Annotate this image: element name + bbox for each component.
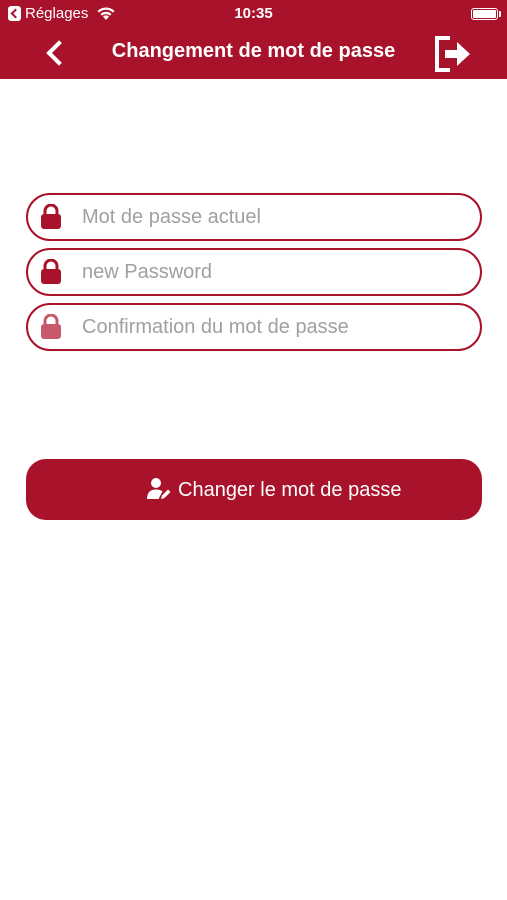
logout-icon[interactable] [433, 35, 473, 73]
status-time: 10:35 [234, 5, 273, 22]
current-password-field[interactable] [26, 193, 482, 241]
page-title: Changement de mot de passe [111, 40, 396, 62]
lock-icon [41, 259, 61, 284]
current-password-input[interactable] [82, 203, 472, 231]
new-password-field[interactable] [26, 248, 482, 296]
lock-icon [41, 204, 61, 229]
lock-icon [41, 314, 61, 339]
status-bar: Réglages 10:35 [0, 0, 507, 28]
app-header: Réglages 10:35 Changement de mot de pass… [0, 0, 507, 79]
user-edit-icon [147, 478, 171, 499]
change-password-label: Changer le mot de passe [178, 479, 402, 501]
confirm-password-field[interactable] [26, 303, 482, 351]
confirm-password-input[interactable] [82, 313, 472, 341]
change-password-button[interactable]: Changer le mot de passe [26, 459, 482, 520]
new-password-input[interactable] [82, 258, 472, 286]
battery-icon [471, 8, 498, 20]
battery-tip [499, 11, 501, 17]
